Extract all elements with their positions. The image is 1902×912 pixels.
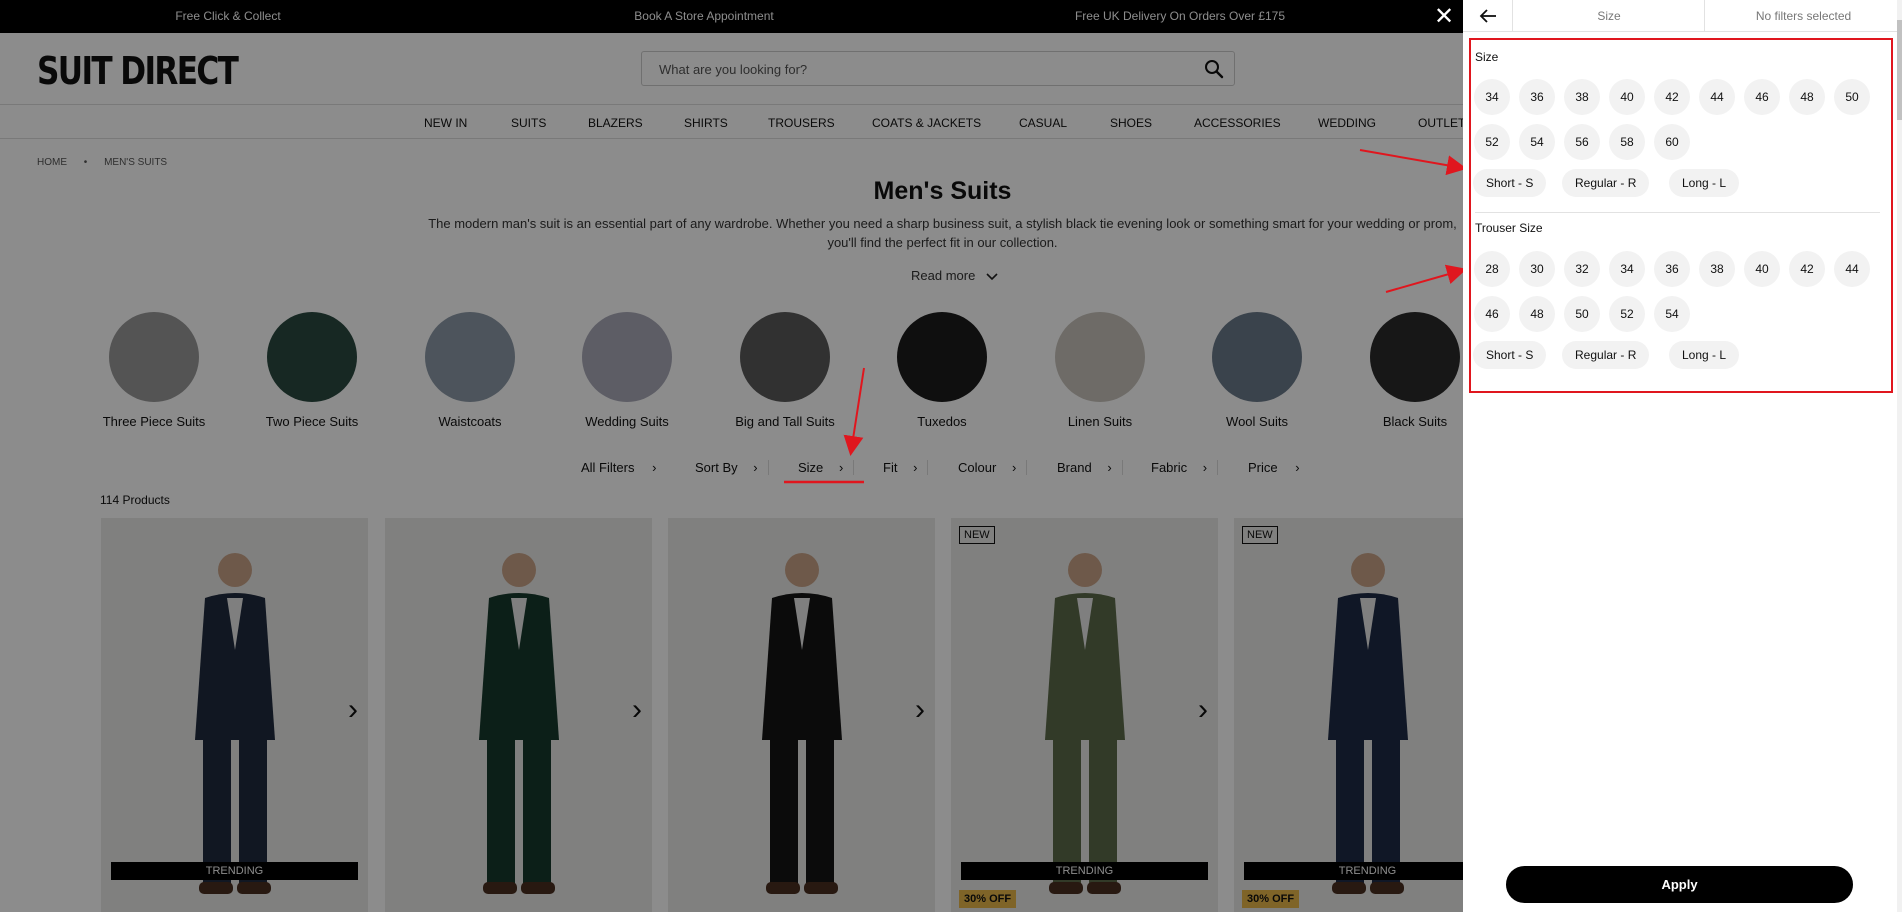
scrollbar[interactable] [1897, 0, 1902, 912]
background-page: Free Click & Collect Book A Store Appoin… [0, 0, 1463, 912]
back-button[interactable] [1463, 0, 1513, 32]
annotation-highlight-box [1469, 38, 1893, 393]
close-icon[interactable]: ✕ [1425, 2, 1463, 32]
filter-status: No filters selected [1704, 0, 1902, 32]
arrow-left-icon [1479, 9, 1496, 23]
panel-tab-size[interactable]: Size [1514, 9, 1704, 23]
modal-overlay[interactable] [0, 0, 1463, 912]
panel-top-bar: Size No filters selected [1463, 0, 1902, 32]
scrollbar-thumb[interactable] [1897, 20, 1902, 120]
apply-button[interactable]: Apply [1506, 866, 1853, 903]
